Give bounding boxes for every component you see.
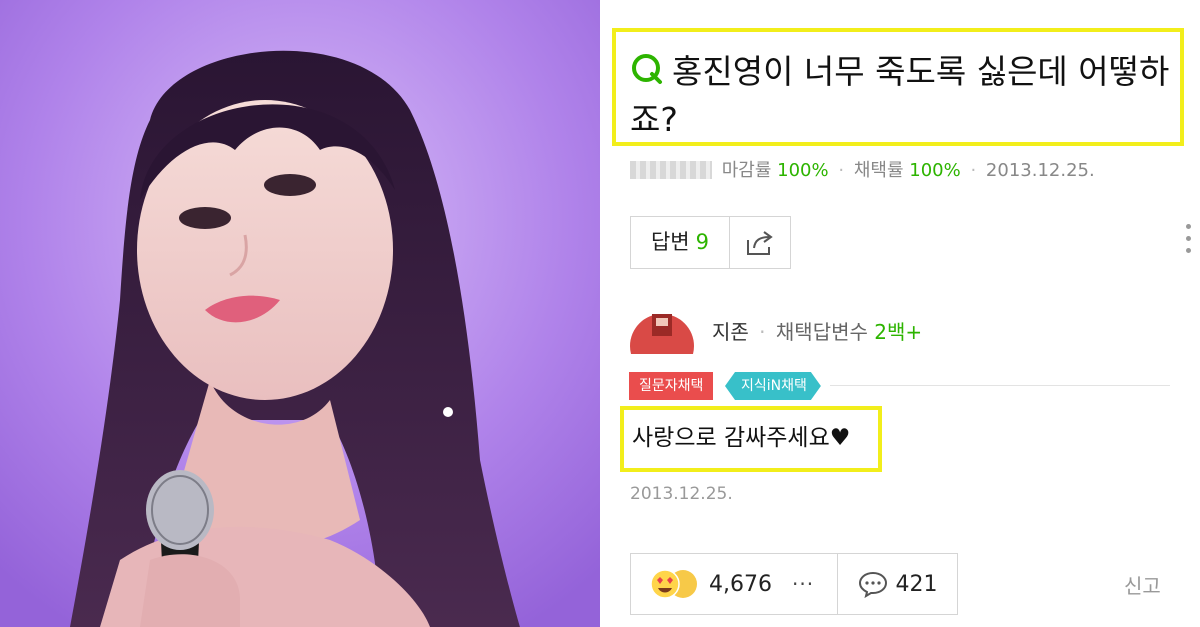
author-stat-value: 2백+ (874, 320, 923, 344)
kebab-menu-icon[interactable] (1183, 224, 1193, 260)
kin-adopted-badge: 지식iN채택 (725, 372, 821, 400)
blurred-username (630, 161, 712, 179)
answers-button[interactable]: 답변 9 (630, 216, 730, 269)
share-icon (747, 230, 773, 255)
adopt-rate: 100% (909, 160, 961, 181)
more-icon[interactable]: ··· (792, 572, 814, 596)
question-title-line2: 죠? (630, 100, 678, 139)
answer-date: 2013.12.25. (630, 484, 733, 504)
comment-count: 421 (895, 571, 938, 597)
portrait-illustration (0, 0, 600, 627)
comment-button[interactable]: 421 (837, 553, 958, 615)
close-rate: 100% (777, 160, 829, 181)
answers-label: 답변 (650, 230, 690, 254)
photo (0, 0, 600, 627)
avatar (630, 306, 694, 354)
answer-text: 사랑으로 감싸주세요♥ (632, 425, 851, 451)
author-stat-label: 채택답변수 (775, 320, 868, 344)
comment-icon (858, 571, 887, 598)
close-rate-label: 마감률 (721, 160, 772, 181)
divider (830, 385, 1170, 386)
answer-author: 지존 · 채택답변수 2백+ (712, 320, 923, 344)
emoji-reaction-icon (650, 569, 697, 599)
reaction-button[interactable]: 4,676 ··· (630, 553, 838, 615)
reaction-count: 4,676 (709, 571, 772, 597)
answers-count: 9 (695, 230, 709, 254)
q-icon (632, 54, 662, 84)
question-date: 2013.12.25. (985, 160, 1095, 181)
share-button[interactable] (729, 216, 791, 269)
author-name[interactable]: 지존 (712, 320, 749, 344)
question-meta: 마감률 100% · 채택률 100% · 2013.12.25. (630, 156, 1095, 182)
questioner-adopted-badge: 질문자채택 (629, 372, 714, 400)
question-title: 홍진영이 너무 죽도록 싫은데 어떻하 (672, 52, 1170, 91)
report-link[interactable]: 신고 (1124, 570, 1161, 599)
adopt-rate-label: 채택률 (853, 160, 904, 181)
